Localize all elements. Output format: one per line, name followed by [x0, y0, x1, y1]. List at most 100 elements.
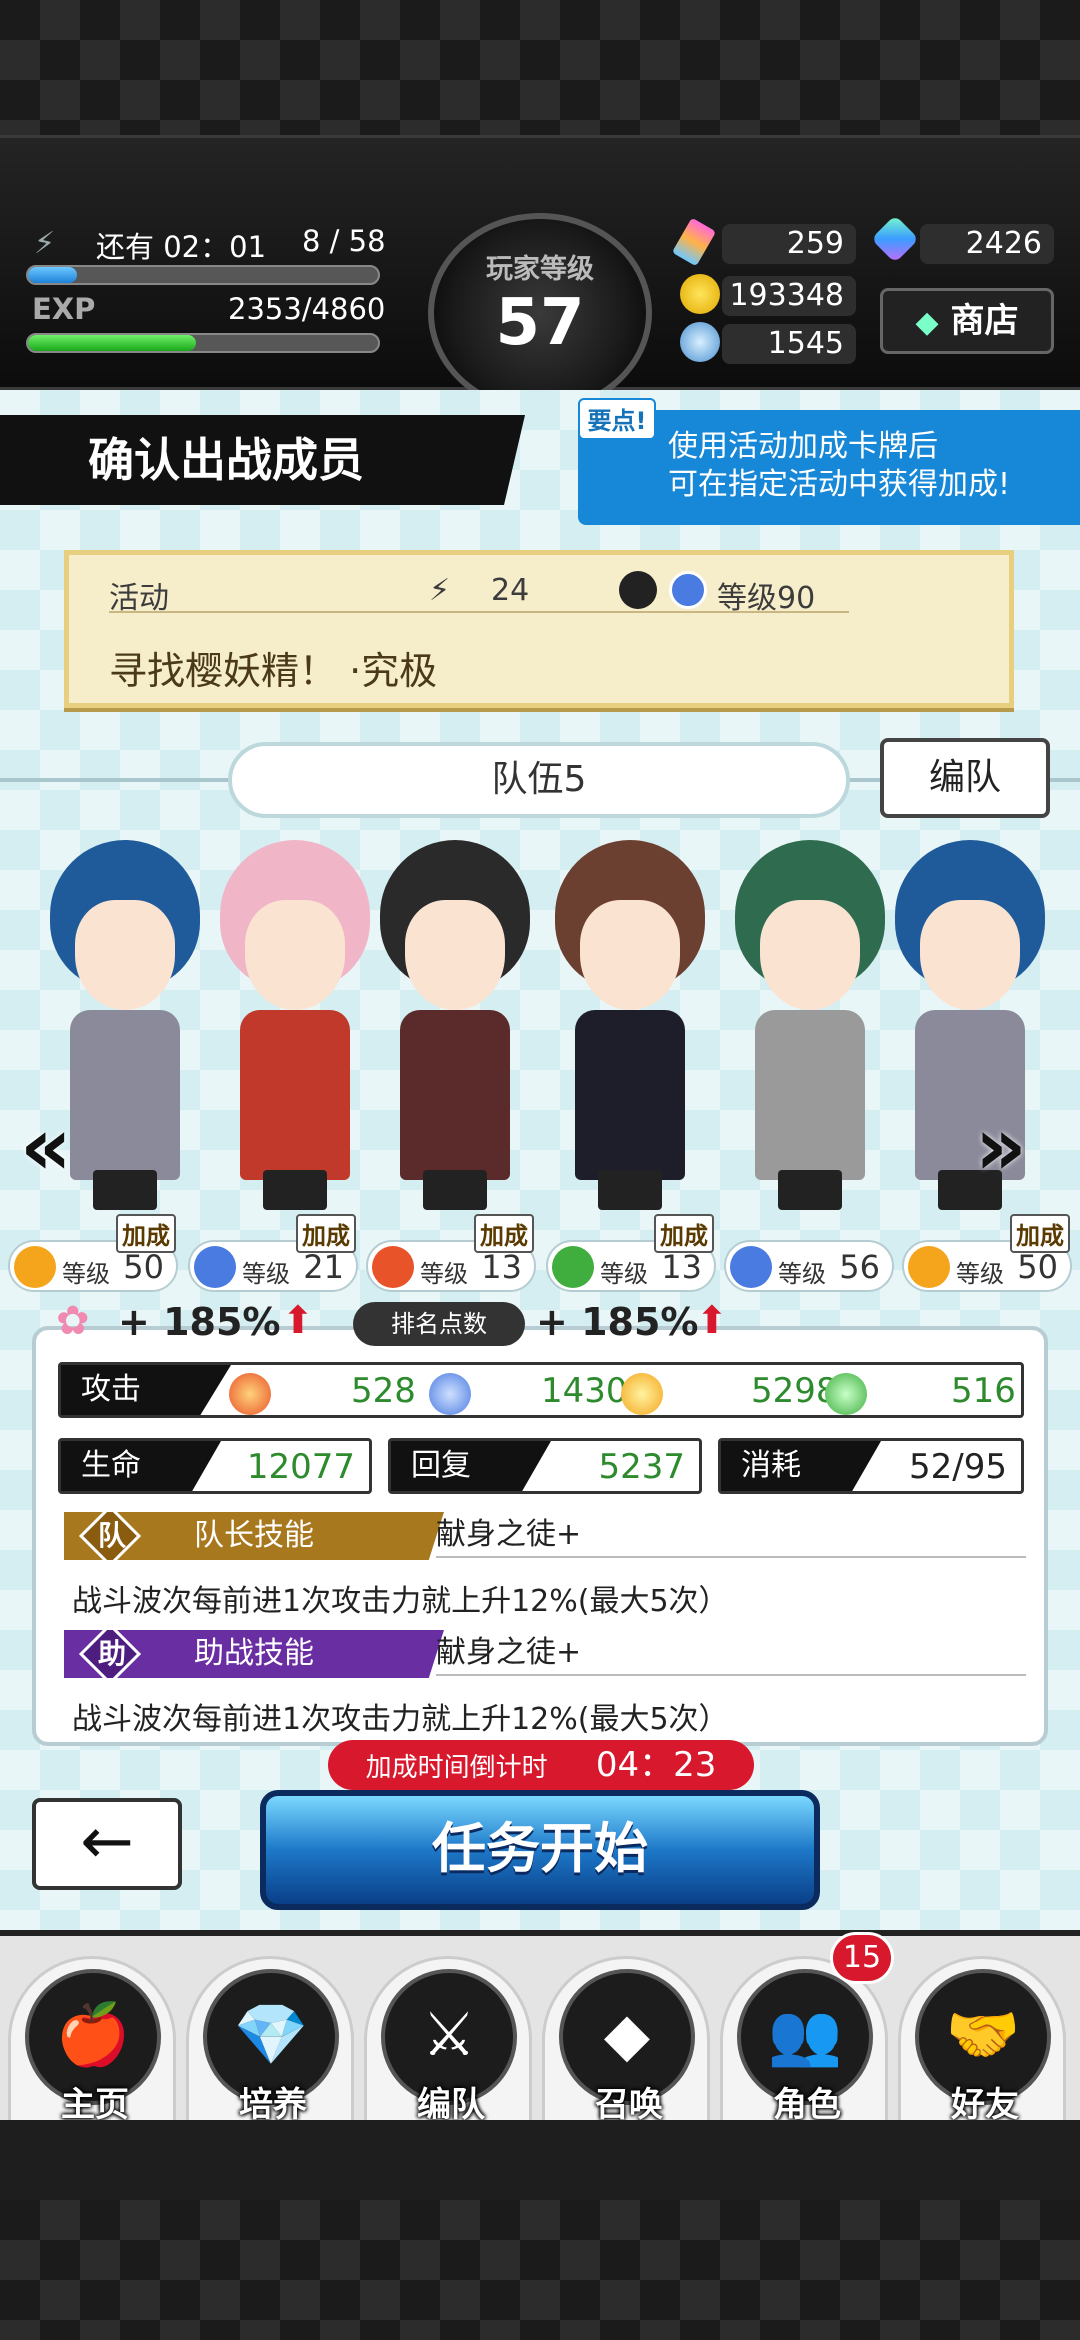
- event-label: 活动: [109, 581, 169, 616]
- bottom-nav: 🍎 主页 💎 培养 ⚔ 编队 ◆ 召唤 👥 角色 🤝 好友: [0, 1930, 1080, 2126]
- exp-value: 2353/4860: [228, 292, 386, 326]
- leader-skill-tag: 队 队长技能: [64, 1512, 444, 1560]
- back-button[interactable]: ←: [32, 1798, 182, 1890]
- support-skill-name: 献身之徒+: [436, 1630, 1026, 1676]
- cost-value: 52/95: [909, 1447, 1007, 1487]
- member-legs: [423, 1170, 487, 1210]
- support-skill-desc: 战斗波次每前进1次攻击力就上升12%(最大5次）: [72, 1702, 729, 1737]
- event-info-row: 活动 ⚡ 24 等级90: [109, 571, 849, 616]
- attack-fire-value: 528: [351, 1371, 416, 1411]
- edit-team-button[interactable]: 编队: [880, 738, 1050, 818]
- nav-team-label: 编队: [417, 2085, 485, 2125]
- level-prefix: 等级: [956, 1260, 1004, 1288]
- member-legs: [263, 1170, 327, 1210]
- shop-gem-icon: ◆: [915, 305, 939, 340]
- member-level: 13: [661, 1248, 702, 1286]
- team-stats-panel: 攻击 528 1430 5298 516 生命 12077 回复 5237 消耗…: [32, 1326, 1048, 1746]
- nav-home[interactable]: 🍎 主页: [8, 1956, 176, 2126]
- level-prefix: 等级: [242, 1260, 290, 1288]
- element-icon: [14, 1246, 56, 1288]
- bonus-timer: 加成时间倒计时 04：23: [328, 1740, 754, 1790]
- water-element-icon: [429, 1373, 471, 1415]
- main-panel: 确认出战成员 要点! 使用活动加成卡牌后 可在指定活动中获得加成! 活动 ⚡ 2…: [0, 390, 1080, 1930]
- player-level-medal: 玩家等级 57: [428, 213, 652, 413]
- team-member-2[interactable]: [205, 830, 385, 1215]
- support-skill-tag: 助 助战技能: [64, 1630, 444, 1678]
- level-prefix: 等级: [600, 1260, 648, 1288]
- resource-coins: 193348: [722, 276, 856, 316]
- player-level-value: 57: [495, 286, 585, 360]
- recover-value: 5237: [598, 1447, 685, 1487]
- member-outfit: [400, 1010, 510, 1180]
- start-mission-button[interactable]: 任务开始: [260, 1790, 820, 1910]
- leader-skill-name: 献身之徒+: [436, 1512, 1026, 1558]
- recover-stat: 回复 5237: [388, 1438, 702, 1494]
- tip-box: 要点! 使用活动加成卡牌后 可在指定活动中获得加成!: [578, 398, 1080, 525]
- nav-train[interactable]: 💎 培养: [186, 1956, 354, 2126]
- team-member-5[interactable]: [720, 830, 900, 1215]
- event-element-icon: [669, 571, 707, 609]
- bottom-decoration: [0, 2200, 1080, 2340]
- coin-icon: [680, 274, 720, 314]
- resource-orbs: 1545: [722, 324, 856, 364]
- team-member-3[interactable]: [365, 830, 545, 1215]
- event-name: 寻找樱妖精！ ·究极: [109, 649, 438, 693]
- shop-button[interactable]: ◆ 商店: [880, 288, 1054, 354]
- member-face: [580, 900, 680, 1010]
- previous-team-arrow[interactable]: «: [20, 1100, 80, 1193]
- hp-stat: 生命 12077: [58, 1438, 372, 1494]
- tip-badge: 要点!: [578, 398, 656, 440]
- member-face: [920, 900, 1020, 1010]
- cost-label: 消耗: [721, 1441, 881, 1491]
- timer-label: 加成时间倒计时: [365, 1753, 548, 1783]
- timer-value: 04：23: [595, 1745, 717, 1785]
- nav-friends-label: 好友: [951, 2085, 1019, 2125]
- light-element-icon: [621, 1373, 663, 1415]
- attack-water-value: 1430: [541, 1371, 628, 1411]
- shop-label: 商店: [950, 301, 1019, 341]
- member-face: [760, 900, 860, 1010]
- cost-stat: 消耗 52/95: [718, 1438, 1024, 1494]
- wind-element-icon: [825, 1373, 867, 1415]
- stamina-timer: 还有 02：01: [96, 230, 267, 264]
- bonus-right-pct: + 185%: [536, 1300, 699, 1344]
- leader-skill-desc: 战斗波次每前进1次攻击力就上升12%(最大5次）: [72, 1584, 729, 1619]
- element-icon: [194, 1246, 236, 1288]
- member-outfit: [70, 1010, 180, 1180]
- player-level-label: 玩家等级: [486, 254, 594, 285]
- nav-summon[interactable]: ◆ 召唤: [542, 1956, 710, 2126]
- leader-skill-label: 队长技能: [194, 1518, 314, 1553]
- event-boss-icon: [619, 571, 657, 609]
- recover-label: 回复: [391, 1441, 551, 1491]
- member-level: 13: [481, 1248, 522, 1286]
- element-icon: [552, 1246, 594, 1288]
- nav-train-label: 培养: [239, 2085, 307, 2125]
- support-mark: 助: [98, 1637, 127, 1670]
- nav-summon-label: 召唤: [595, 2085, 663, 2125]
- gem-icon: [870, 214, 920, 264]
- tip-line-2: 可在指定活动中获得加成!: [668, 467, 1011, 502]
- tip-line-1: 使用活动加成卡牌后: [668, 429, 938, 464]
- team-member-4[interactable]: [540, 830, 720, 1215]
- member-level-badge-2: 加成 等级 21: [188, 1214, 358, 1292]
- nav-friends[interactable]: 🤝 好友: [898, 1956, 1066, 2126]
- exp-label: EXP: [32, 292, 96, 326]
- member-legs: [598, 1170, 662, 1210]
- element-icon: [908, 1246, 950, 1288]
- event-card: 活动 ⚡ 24 等级90 寻找樱妖精！ ·究极: [64, 550, 1014, 708]
- nav-team[interactable]: ⚔ 编队: [364, 1956, 532, 2126]
- member-level-badge-5: 等级 56: [724, 1240, 894, 1292]
- stamina-icon: ⚡: [34, 226, 56, 261]
- member-outfit: [240, 1010, 350, 1180]
- stamina-bar: [26, 265, 380, 285]
- team-name: 队伍5: [228, 742, 850, 818]
- event-stamina-cost: 24: [491, 573, 530, 608]
- bonus-row: ✿ + 185% ⬆ 排名点数 + 185% ⬆: [56, 1298, 756, 1348]
- nav-home-label: 主页: [61, 2085, 129, 2125]
- resource-gems: 2426: [920, 224, 1054, 264]
- nav-characters-label: 角色: [773, 2085, 841, 2125]
- next-team-arrow[interactable]: »: [975, 1100, 1035, 1193]
- member-level-badge-1: 加成 等级 50: [8, 1214, 178, 1292]
- member-face: [405, 900, 505, 1010]
- exp-bar: [26, 333, 380, 353]
